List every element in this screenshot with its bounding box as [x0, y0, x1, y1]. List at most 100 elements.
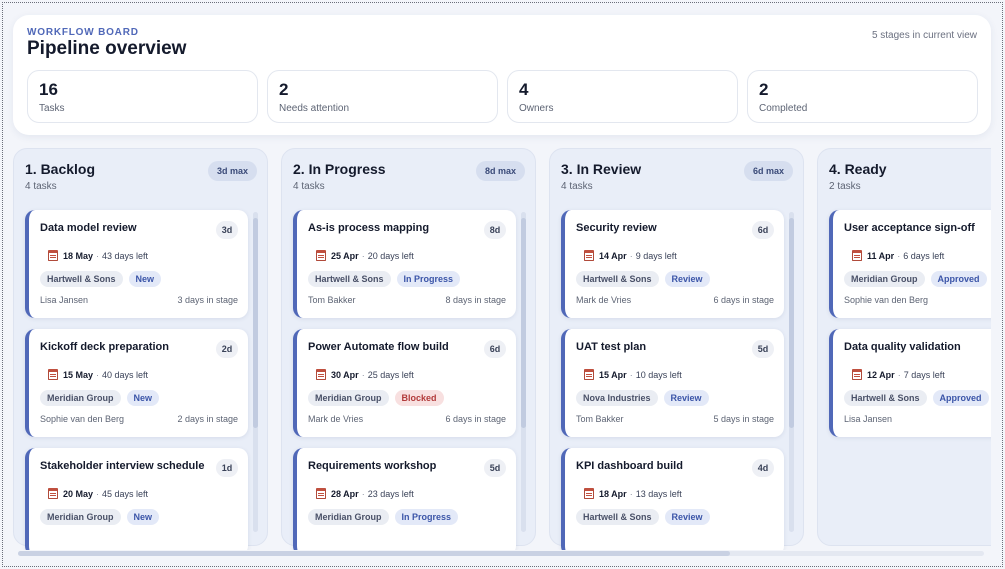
due-date: 25 Apr: [331, 250, 359, 261]
client-tag: Meridian Group: [308, 509, 389, 525]
scrollbar-thumb[interactable]: [521, 218, 526, 428]
board-header: WORKFLOW BOARD Pipeline overview 5 stage…: [13, 15, 991, 135]
task-card[interactable]: Power Automate flow build 6d 30 Apr · 25 day…: [293, 329, 516, 437]
card-owner: Lisa Jansen: [844, 414, 893, 424]
client-tag: Meridian Group: [308, 390, 389, 406]
separator-dot: ·: [361, 250, 365, 261]
task-card[interactable]: Security review 6d 14 Apr · 9 days left Hartw…: [561, 210, 784, 318]
days-in-stage: 6 days in stage: [445, 414, 506, 424]
scrollbar-thumb[interactable]: [789, 218, 794, 428]
due-date-row: 11 Apr · 6 days left: [852, 250, 944, 261]
column-title: 3. In Review: [561, 161, 642, 177]
due-date: 15 May: [63, 369, 94, 380]
due-date-row: 20 May · 45 days left: [48, 488, 148, 499]
calendar-icon: [48, 250, 58, 261]
card-tags: Meridian Group New: [40, 390, 160, 406]
due-date-row: 12 Apr · 7 days left: [852, 369, 945, 380]
status-tag: Approved: [932, 390, 989, 406]
client-tag: Nova Industries: [576, 390, 658, 406]
card-owner: Tom Bakker: [308, 295, 356, 305]
days-left: 7 days left: [903, 369, 945, 380]
card-tags: Hartwell & Sons New: [40, 271, 162, 287]
card-tags: Meridian Group Blocked: [308, 390, 444, 406]
card-owner: Mark de Vries: [576, 295, 632, 305]
calendar-icon: [852, 369, 862, 380]
client-tag: Meridian Group: [40, 390, 121, 406]
scrollbar-thumb[interactable]: [18, 551, 730, 556]
column-scrollbar[interactable]: [253, 212, 258, 532]
scrollbar-thumb[interactable]: [253, 218, 258, 428]
due-date: 14 Apr: [599, 250, 627, 261]
stat-label: Owners: [519, 103, 554, 114]
column-scrollbar[interactable]: [521, 212, 526, 532]
calendar-icon: [316, 250, 326, 261]
task-card[interactable]: Kickoff deck preparation 2d 15 May · 40 days…: [25, 329, 248, 437]
task-card[interactable]: As-is process mapping 8d 25 Apr · 20 days le…: [293, 210, 516, 318]
days-left: 6 days left: [903, 250, 945, 261]
calendar-icon: [852, 250, 862, 261]
card-title: Kickoff deck preparation: [40, 341, 169, 353]
column-title: 1. Backlog: [25, 161, 96, 177]
calendar-icon: [48, 369, 58, 380]
stat-value: 2: [279, 80, 289, 99]
days-left: 20 days left: [367, 250, 414, 261]
card-title: UAT test plan: [576, 341, 647, 353]
client-tag: Meridian Group: [40, 509, 121, 525]
column-title: 4. Ready: [829, 161, 887, 177]
column-task-count: 2 tasks: [829, 181, 861, 192]
card-owner: Tom Bakker: [576, 414, 624, 424]
separator-dot: ·: [96, 369, 100, 380]
days-left: 9 days left: [635, 250, 677, 261]
days-in-stage: 8 days in stage: [445, 295, 506, 305]
due-date-row: 28 Apr · 23 days left: [316, 488, 414, 499]
due-date: 18 May: [63, 250, 94, 261]
task-card[interactable]: KPI dashboard build 4d 18 Apr · 13 days left…: [561, 448, 784, 550]
stat-label: Completed: [759, 103, 808, 114]
card-owner: Mark de Vries: [308, 414, 364, 424]
card-tags: Meridian Group In Progress: [308, 509, 459, 525]
client-tag: Meridian Group: [844, 271, 925, 287]
separator-dot: ·: [897, 369, 901, 380]
calendar-icon: [584, 369, 594, 380]
client-tag: Hartwell & Sons: [576, 509, 659, 525]
board-horizontal-scrollbar[interactable]: [18, 551, 984, 556]
days-left: 13 days left: [635, 488, 682, 499]
calendar-icon: [316, 488, 326, 499]
column-max-badge: 8d max: [475, 161, 525, 181]
status-tag: Blocked: [394, 390, 444, 406]
due-date-row: 18 Apr · 13 days left: [584, 488, 682, 499]
stat-value: 16: [39, 80, 58, 99]
status-tag: In Progress: [396, 271, 461, 287]
column-scrollbar[interactable]: [789, 212, 794, 532]
days-left: 40 days left: [102, 369, 149, 380]
days-badge: 3d: [216, 221, 238, 239]
card-tags: Hartwell & Sons Approved: [844, 390, 989, 406]
due-date: 15 Apr: [599, 369, 627, 380]
stat-value: 4: [519, 80, 529, 99]
card-tags: Meridian Group New: [40, 509, 160, 525]
column-3: 3. In Review 4 tasks 6d max Security review…: [549, 148, 804, 550]
stat-label: Needs attention: [279, 103, 350, 114]
stat-label: Tasks: [39, 103, 65, 114]
days-left: 25 days left: [367, 369, 414, 380]
task-card[interactable]: Data quality validation 12 Apr · 7 days lef…: [829, 329, 991, 437]
due-date: 20 May: [63, 488, 94, 499]
stat-value: 2: [759, 80, 769, 99]
task-card[interactable]: Data model review 3d 18 May · 43 days left Ha…: [25, 210, 248, 318]
task-card[interactable]: User acceptance sign-off 11 Apr · 6 days le…: [829, 210, 991, 318]
task-card[interactable]: UAT test plan 5d 15 Apr · 10 days left Nova I…: [561, 329, 784, 437]
due-date: 18 Apr: [599, 488, 627, 499]
client-tag: Hartwell & Sons: [308, 271, 391, 287]
days-badge: 2d: [216, 340, 238, 358]
stat-owners: 4 Owners: [507, 70, 738, 123]
task-card[interactable]: Stakeholder interview schedule 1d 20 May · 4…: [25, 448, 248, 550]
client-tag: Hartwell & Sons: [40, 271, 123, 287]
separator-dot: ·: [361, 369, 365, 380]
card-title: Stakeholder interview schedule: [40, 460, 205, 472]
days-left: 10 days left: [635, 369, 682, 380]
card-title: Data quality validation: [844, 341, 961, 353]
card-tags: Nova Industries Review: [576, 390, 709, 406]
due-date: 11 Apr: [867, 250, 895, 261]
task-card[interactable]: Requirements workshop 5d 28 Apr · 23 days le…: [293, 448, 516, 550]
column-title: 2. In Progress: [293, 161, 386, 177]
